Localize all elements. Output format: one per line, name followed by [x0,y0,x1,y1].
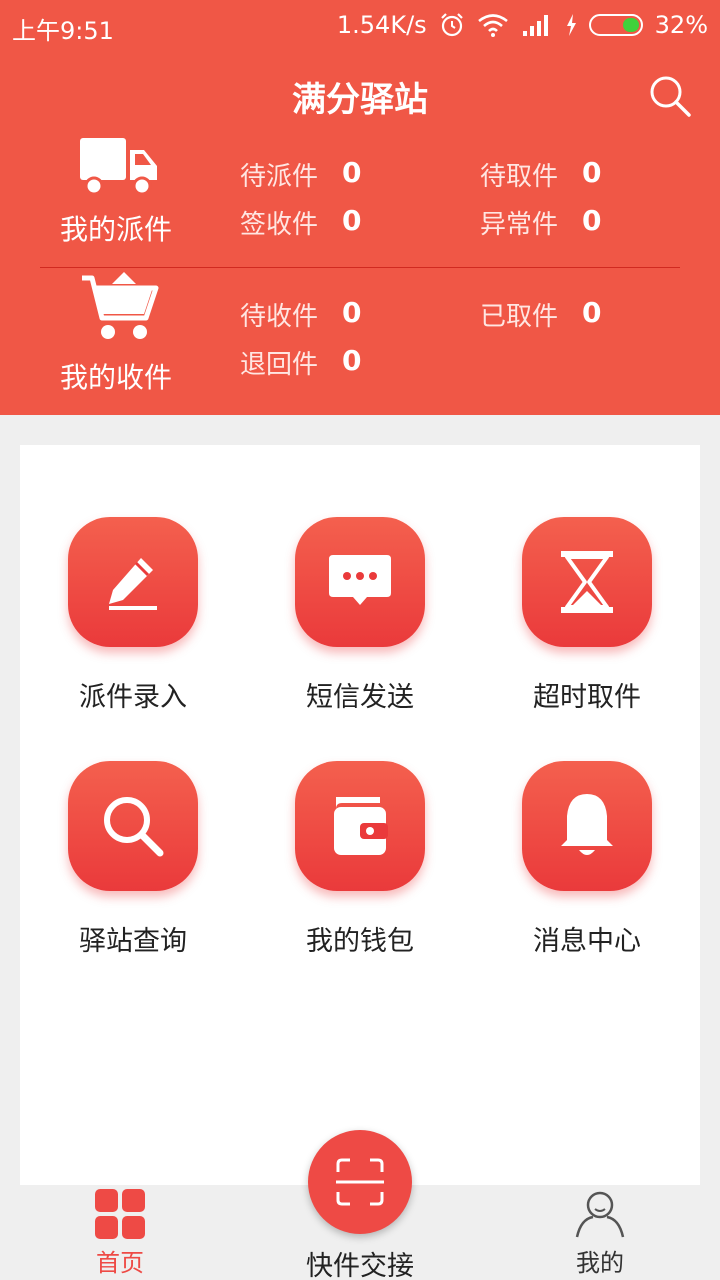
express-handover-label[interactable]: 快件交接 [260,1244,460,1280]
stat-label-picked-up[interactable]: 已取件 [480,296,558,333]
search-icon[interactable] [648,74,692,118]
status-bar: 上午9:51 1.54K/s 32% [0,0,720,52]
tile-station-query[interactable]: 驿站查询 [20,761,246,991]
tile-icon-box [522,517,652,647]
stat-label-returned[interactable]: 退回件 [240,344,318,381]
home-grid-icon [95,1189,145,1239]
tile-label: 超时取件 [533,682,641,713]
stat-value-pending-dispatch[interactable]: 0 [342,156,361,189]
battery-icon [588,14,643,36]
user-icon [575,1191,625,1238]
tile-icon-box [68,517,198,647]
header-divider [40,267,680,268]
tile-label: 派件录入 [79,682,187,713]
tile-label: 我的钱包 [306,926,414,957]
stat-label-exception[interactable]: 异常件 [480,204,558,241]
my-receive-label[interactable]: 我的收件 [60,356,172,396]
battery-percent: 32% [654,11,708,39]
tile-message-center[interactable]: 消息中心 [474,761,700,991]
tile-sms-send[interactable]: 短信发送 [247,517,473,747]
stat-value-signed[interactable]: 0 [342,204,361,237]
header: 满分驿站 我的派件 待派件 0 待取件 0 签收件 0 异常件 0 我的收件 待… [0,52,720,415]
cart-icon[interactable] [80,270,160,342]
stat-label-pending-pickup[interactable]: 待取件 [480,156,558,193]
message-icon [329,555,391,605]
stat-value-returned[interactable]: 0 [342,344,361,377]
express-handover-button[interactable] [308,1130,412,1234]
stat-label-signed[interactable]: 签收件 [240,204,318,241]
tile-icon-box [295,761,425,891]
tile-overtime-pickup[interactable]: 超时取件 [474,517,700,747]
stat-value-pending-receive[interactable]: 0 [342,296,361,329]
scan-icon [336,1158,384,1206]
signal-icon [522,15,548,36]
nav-home-label: 首页 [96,1249,144,1277]
truck-icon[interactable] [80,138,158,196]
nav-mine[interactable]: 我的 [540,1189,660,1278]
stat-label-pending-dispatch[interactable]: 待派件 [240,156,318,193]
wallet-icon [334,797,388,855]
status-right: 1.54K/s 32% [337,11,708,39]
nav-home[interactable]: 首页 [60,1189,180,1278]
alarm-icon [440,13,463,37]
stat-value-exception[interactable]: 0 [582,204,601,237]
search-icon [104,797,164,857]
tile-icon-box [68,761,198,891]
wifi-icon [477,14,508,37]
tile-dispatch-entry[interactable]: 派件录入 [20,517,246,747]
bell-icon [561,794,613,855]
tile-my-wallet[interactable]: 我的钱包 [247,761,473,991]
status-time: 上午9:51 [12,17,114,45]
page-title: 满分驿站 [292,80,428,120]
my-dispatch-label[interactable]: 我的派件 [60,208,172,248]
tile-icon-box [522,761,652,891]
tile-label: 驿站查询 [79,926,187,957]
tile-label: 消息中心 [533,926,641,957]
tile-icon-box [295,517,425,647]
network-speed: 1.54K/s [336,11,427,39]
nav-mine-label: 我的 [576,1249,624,1277]
hourglass-icon [561,551,613,613]
function-grid: 派件录入 短信发送 超时取件 驿站查询 我的钱包 消息中心 [20,445,700,1185]
tile-label: 短信发送 [306,682,414,713]
charging-icon [566,14,576,36]
stat-value-pending-pickup[interactable]: 0 [582,156,601,189]
stat-label-pending-receive[interactable]: 待收件 [240,296,318,333]
stat-value-picked-up[interactable]: 0 [582,296,601,329]
pencil-icon [109,558,157,610]
